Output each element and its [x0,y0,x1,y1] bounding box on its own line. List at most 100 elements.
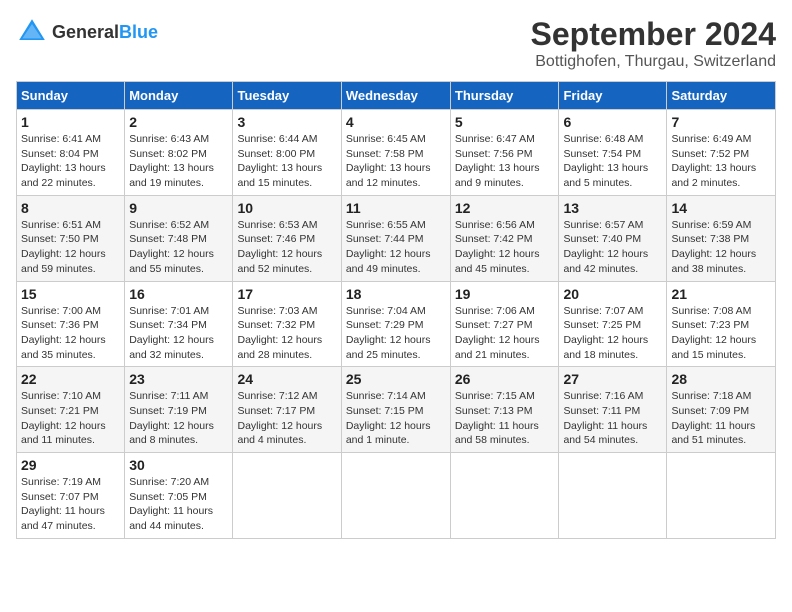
calendar-cell: 11 Sunrise: 6:55 AMSunset: 7:44 PMDaylig… [341,195,450,281]
location-title: Bottighofen, Thurgau, Switzerland [531,53,776,71]
day-detail: Sunrise: 6:47 AMSunset: 7:56 PMDaylight:… [455,133,540,189]
day-number: 25 [346,371,446,387]
day-detail: Sunrise: 7:10 AMSunset: 7:21 PMDaylight:… [21,390,106,446]
month-title: September 2024 [531,16,776,53]
day-detail: Sunrise: 6:45 AMSunset: 7:58 PMDaylight:… [346,133,431,189]
day-number: 11 [346,200,446,216]
weekday-header-monday: Monday [125,82,233,110]
calendar-cell: 27 Sunrise: 7:16 AMSunset: 7:11 PMDaylig… [559,367,667,453]
day-detail: Sunrise: 7:19 AMSunset: 7:07 PMDaylight:… [21,476,105,532]
calendar-cell: 28 Sunrise: 7:18 AMSunset: 7:09 PMDaylig… [667,367,776,453]
day-number: 18 [346,286,446,302]
calendar-cell: 13 Sunrise: 6:57 AMSunset: 7:40 PMDaylig… [559,195,667,281]
calendar-cell: 22 Sunrise: 7:10 AMSunset: 7:21 PMDaylig… [17,367,125,453]
day-detail: Sunrise: 7:12 AMSunset: 7:17 PMDaylight:… [237,390,322,446]
day-number: 22 [21,371,120,387]
calendar-cell: 7 Sunrise: 6:49 AMSunset: 7:52 PMDayligh… [667,110,776,196]
day-number: 23 [129,371,228,387]
day-detail: Sunrise: 6:44 AMSunset: 8:00 PMDaylight:… [237,133,322,189]
calendar-cell: 29 Sunrise: 7:19 AMSunset: 7:07 PMDaylig… [17,453,125,539]
weekday-header-row: SundayMondayTuesdayWednesdayThursdayFrid… [17,82,776,110]
calendar-cell: 6 Sunrise: 6:48 AMSunset: 7:54 PMDayligh… [559,110,667,196]
day-number: 7 [671,114,771,130]
day-number: 27 [563,371,662,387]
day-detail: Sunrise: 7:11 AMSunset: 7:19 PMDaylight:… [129,390,214,446]
logo-text-blue: Blue [119,22,158,42]
calendar-cell: 26 Sunrise: 7:15 AMSunset: 7:13 PMDaylig… [450,367,559,453]
day-number: 10 [237,200,336,216]
logo: GeneralBlue [16,16,158,48]
day-number: 24 [237,371,336,387]
day-number: 29 [21,457,120,473]
day-number: 19 [455,286,555,302]
calendar-cell: 24 Sunrise: 7:12 AMSunset: 7:17 PMDaylig… [233,367,341,453]
day-number: 8 [21,200,120,216]
day-detail: Sunrise: 6:53 AMSunset: 7:46 PMDaylight:… [237,219,322,275]
weekday-header-thursday: Thursday [450,82,559,110]
day-number: 28 [671,371,771,387]
calendar-table: SundayMondayTuesdayWednesdayThursdayFrid… [16,81,776,539]
logo-text-general: General [52,22,119,42]
day-detail: Sunrise: 6:56 AMSunset: 7:42 PMDaylight:… [455,219,540,275]
day-detail: Sunrise: 6:59 AMSunset: 7:38 PMDaylight:… [671,219,756,275]
calendar-cell: 18 Sunrise: 7:04 AMSunset: 7:29 PMDaylig… [341,281,450,367]
logo-icon [16,16,48,48]
weekday-header-wednesday: Wednesday [341,82,450,110]
calendar-cell: 2 Sunrise: 6:43 AMSunset: 8:02 PMDayligh… [125,110,233,196]
day-detail: Sunrise: 7:14 AMSunset: 7:15 PMDaylight:… [346,390,431,446]
day-detail: Sunrise: 7:06 AMSunset: 7:27 PMDaylight:… [455,305,540,361]
calendar-cell: 8 Sunrise: 6:51 AMSunset: 7:50 PMDayligh… [17,195,125,281]
weekday-header-friday: Friday [559,82,667,110]
weekday-header-sunday: Sunday [17,82,125,110]
calendar-cell: 25 Sunrise: 7:14 AMSunset: 7:15 PMDaylig… [341,367,450,453]
calendar-cell: 10 Sunrise: 6:53 AMSunset: 7:46 PMDaylig… [233,195,341,281]
title-area: September 2024 Bottighofen, Thurgau, Swi… [531,16,776,71]
day-number: 4 [346,114,446,130]
calendar-cell [341,453,450,539]
day-number: 1 [21,114,120,130]
calendar-week-row: 15 Sunrise: 7:00 AMSunset: 7:36 PMDaylig… [17,281,776,367]
day-number: 20 [563,286,662,302]
calendar-cell: 30 Sunrise: 7:20 AMSunset: 7:05 PMDaylig… [125,453,233,539]
calendar-cell: 19 Sunrise: 7:06 AMSunset: 7:27 PMDaylig… [450,281,559,367]
day-detail: Sunrise: 6:48 AMSunset: 7:54 PMDaylight:… [563,133,648,189]
day-detail: Sunrise: 7:07 AMSunset: 7:25 PMDaylight:… [563,305,648,361]
calendar-cell: 1 Sunrise: 6:41 AMSunset: 8:04 PMDayligh… [17,110,125,196]
day-number: 12 [455,200,555,216]
weekday-header-tuesday: Tuesday [233,82,341,110]
calendar-cell [559,453,667,539]
calendar-cell: 20 Sunrise: 7:07 AMSunset: 7:25 PMDaylig… [559,281,667,367]
day-detail: Sunrise: 6:41 AMSunset: 8:04 PMDaylight:… [21,133,106,189]
calendar-week-row: 29 Sunrise: 7:19 AMSunset: 7:07 PMDaylig… [17,453,776,539]
calendar-cell: 14 Sunrise: 6:59 AMSunset: 7:38 PMDaylig… [667,195,776,281]
calendar-cell: 3 Sunrise: 6:44 AMSunset: 8:00 PMDayligh… [233,110,341,196]
day-detail: Sunrise: 7:04 AMSunset: 7:29 PMDaylight:… [346,305,431,361]
day-number: 9 [129,200,228,216]
calendar-cell: 15 Sunrise: 7:00 AMSunset: 7:36 PMDaylig… [17,281,125,367]
day-detail: Sunrise: 7:00 AMSunset: 7:36 PMDaylight:… [21,305,106,361]
day-detail: Sunrise: 7:18 AMSunset: 7:09 PMDaylight:… [671,390,755,446]
day-detail: Sunrise: 6:57 AMSunset: 7:40 PMDaylight:… [563,219,648,275]
calendar-cell [450,453,559,539]
calendar-cell: 23 Sunrise: 7:11 AMSunset: 7:19 PMDaylig… [125,367,233,453]
day-detail: Sunrise: 7:01 AMSunset: 7:34 PMDaylight:… [129,305,214,361]
calendar-cell: 4 Sunrise: 6:45 AMSunset: 7:58 PMDayligh… [341,110,450,196]
page-header: GeneralBlue September 2024 Bottighofen, … [16,16,776,71]
day-detail: Sunrise: 6:55 AMSunset: 7:44 PMDaylight:… [346,219,431,275]
day-detail: Sunrise: 6:49 AMSunset: 7:52 PMDaylight:… [671,133,756,189]
day-number: 21 [671,286,771,302]
day-detail: Sunrise: 7:08 AMSunset: 7:23 PMDaylight:… [671,305,756,361]
day-detail: Sunrise: 6:52 AMSunset: 7:48 PMDaylight:… [129,219,214,275]
day-number: 14 [671,200,771,216]
calendar-cell: 17 Sunrise: 7:03 AMSunset: 7:32 PMDaylig… [233,281,341,367]
day-detail: Sunrise: 7:03 AMSunset: 7:32 PMDaylight:… [237,305,322,361]
day-number: 13 [563,200,662,216]
day-detail: Sunrise: 6:43 AMSunset: 8:02 PMDaylight:… [129,133,214,189]
day-number: 17 [237,286,336,302]
day-number: 26 [455,371,555,387]
weekday-header-saturday: Saturday [667,82,776,110]
day-number: 2 [129,114,228,130]
calendar-cell: 9 Sunrise: 6:52 AMSunset: 7:48 PMDayligh… [125,195,233,281]
calendar-cell: 16 Sunrise: 7:01 AMSunset: 7:34 PMDaylig… [125,281,233,367]
day-detail: Sunrise: 7:15 AMSunset: 7:13 PMDaylight:… [455,390,539,446]
